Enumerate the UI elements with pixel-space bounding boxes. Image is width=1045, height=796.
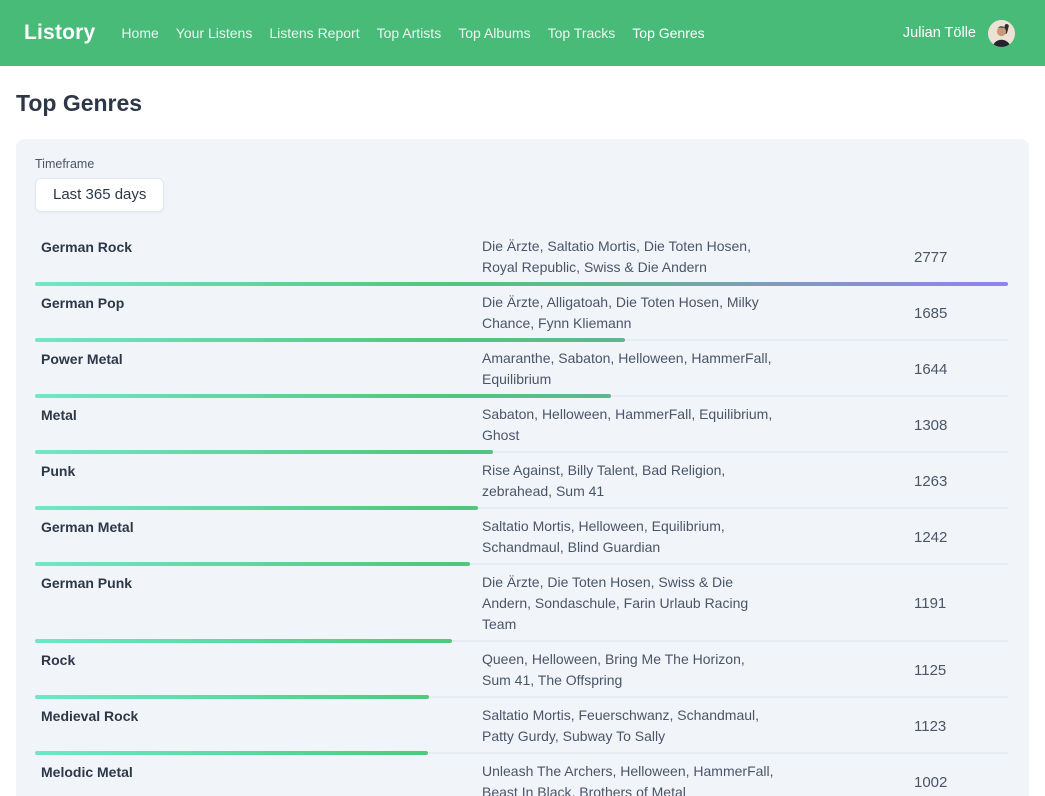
brand-logo[interactable]: Listory — [24, 21, 95, 45]
user-name: Julian Tölle — [903, 25, 976, 41]
genre-top-artists: Queen, Helloween, Bring Me The Horizon, … — [482, 649, 777, 691]
genre-row: Power Metal Amaranthe, Sabaton, Hellowee… — [35, 342, 1010, 398]
genre-row: German Pop Die Ärzte, Alligatoah, Die To… — [35, 286, 1010, 342]
nav-link-your-listens[interactable]: Your Listens — [176, 25, 253, 41]
nav-link-top-tracks[interactable]: Top Tracks — [548, 25, 616, 41]
genre-row: German Metal Saltatio Mortis, Helloween,… — [35, 510, 1010, 566]
genre-top-artists: Die Ärzte, Die Toten Hosen, Swiss & Die … — [482, 572, 777, 635]
genre-name: German Rock — [35, 236, 482, 258]
genre-name: Medieval Rock — [35, 705, 482, 727]
genre-row: Punk Rise Against, Billy Talent, Bad Rel… — [35, 454, 1010, 510]
genre-top-artists: Sabaton, Helloween, HammerFall, Equilibr… — [482, 404, 777, 446]
genre-row: German Rock Die Ärzte, Saltatio Mortis, … — [35, 230, 1010, 286]
genre-name: German Metal — [35, 516, 482, 538]
genre-listen-count: 1125 — [777, 662, 1010, 679]
genre-row: Rock Queen, Helloween, Bring Me The Hori… — [35, 643, 1010, 699]
genre-listen-count: 1308 — [777, 417, 1010, 434]
genre-listen-count: 1242 — [777, 529, 1010, 546]
genre-row: German Punk Die Ärzte, Die Toten Hosen, … — [35, 566, 1010, 643]
genre-name: German Pop — [35, 292, 482, 314]
genre-name: Metal — [35, 404, 482, 426]
nav-link-top-genres[interactable]: Top Genres — [632, 25, 704, 41]
genre-top-artists: Amaranthe, Sabaton, Helloween, HammerFal… — [482, 348, 777, 390]
genre-listen-count: 1123 — [777, 718, 1010, 735]
top-genres-card: Timeframe Last 365 days German Rock Die … — [16, 139, 1029, 796]
genre-top-artists: Rise Against, Billy Talent, Bad Religion… — [482, 460, 777, 502]
genre-listen-count: 1002 — [777, 774, 1010, 791]
genre-name: Power Metal — [35, 348, 482, 370]
genre-top-artists: Unleash The Archers, Helloween, HammerFa… — [482, 761, 777, 796]
timeframe-label: Timeframe — [35, 157, 1010, 171]
nav-link-top-artists[interactable]: Top Artists — [377, 25, 442, 41]
genre-listen-count: 1191 — [777, 595, 1010, 612]
genre-row: Metal Sabaton, Helloween, HammerFall, Eq… — [35, 398, 1010, 454]
genre-top-artists: Die Ärzte, Alligatoah, Die Toten Hosen, … — [482, 292, 777, 334]
user-avatar[interactable] — [988, 20, 1015, 47]
avatar-photo-placeholder — [988, 20, 1015, 47]
nav-link-home[interactable]: Home — [121, 25, 158, 41]
navbar-user-area: Julian Tölle — [903, 20, 1015, 47]
genre-table: German Rock Die Ärzte, Saltatio Mortis, … — [35, 230, 1010, 796]
genre-name: Punk — [35, 460, 482, 482]
genre-name: Melodic Metal — [35, 761, 482, 783]
genre-listen-count: 1263 — [777, 473, 1010, 490]
nav-links: Home Your Listens Listens Report Top Artist… — [121, 25, 704, 41]
page-content: Top Genres Timeframe Last 365 days Germa… — [0, 66, 1045, 796]
genre-listen-count: 2777 — [777, 249, 1010, 266]
timeframe-select[interactable]: Last 365 days — [35, 178, 164, 212]
top-navbar: Listory Home Your Listens Listens Report To… — [0, 0, 1045, 66]
genre-listen-count: 1685 — [777, 305, 1010, 322]
genre-name: German Punk — [35, 572, 482, 594]
page-title: Top Genres — [16, 90, 1029, 117]
genre-top-artists: Saltatio Mortis, Helloween, Equilibrium,… — [482, 516, 777, 558]
genre-name: Rock — [35, 649, 482, 671]
genre-row: Medieval Rock Saltatio Mortis, Feuerschw… — [35, 699, 1010, 755]
genre-top-artists: Saltatio Mortis, Feuerschwanz, Schandmau… — [482, 705, 777, 747]
nav-link-listens-report[interactable]: Listens Report — [269, 25, 359, 41]
genre-row: Melodic Metal Unleash The Archers, Hello… — [35, 755, 1010, 796]
genre-listen-count: 1644 — [777, 361, 1010, 378]
genre-top-artists: Die Ärzte, Saltatio Mortis, Die Toten Ho… — [482, 236, 777, 278]
nav-link-top-albums[interactable]: Top Albums — [458, 25, 530, 41]
